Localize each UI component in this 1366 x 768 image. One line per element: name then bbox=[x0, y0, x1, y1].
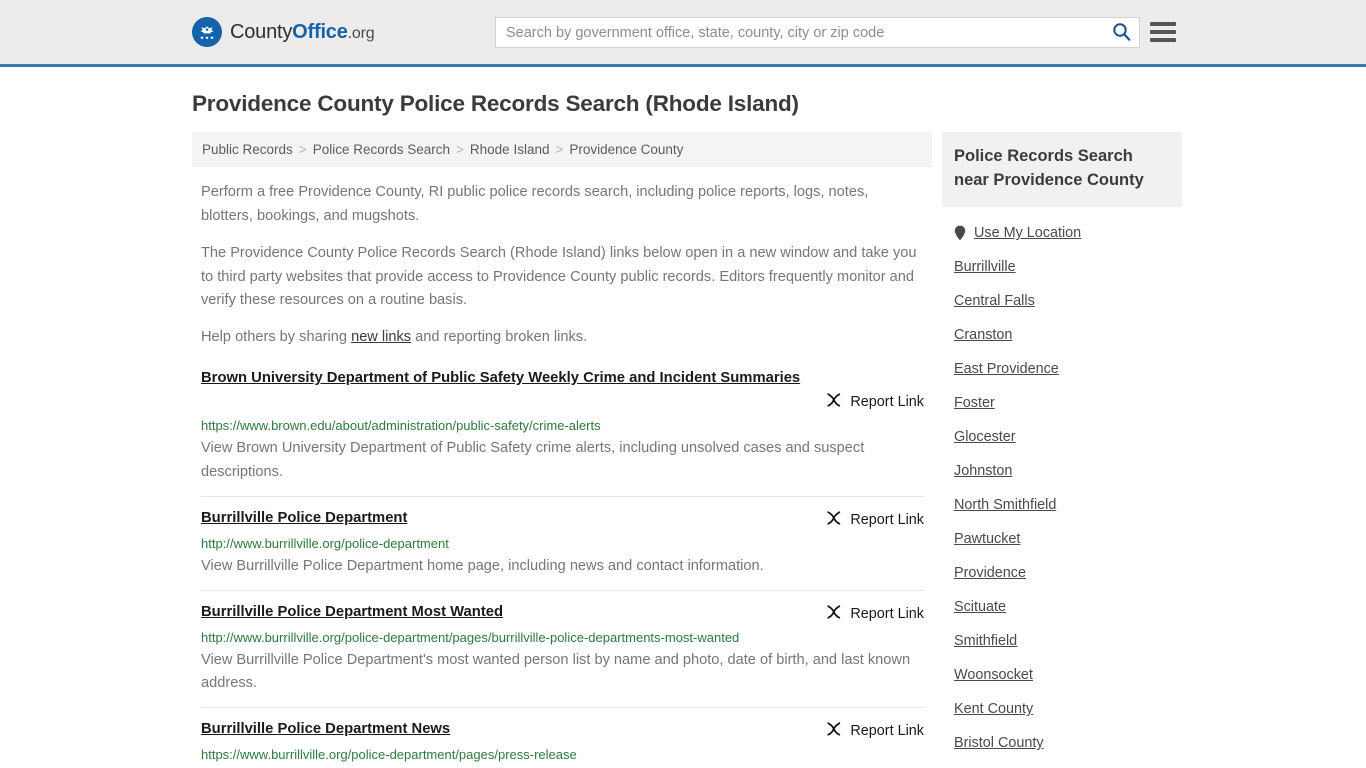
intro-p3-before: Help others by sharing bbox=[201, 329, 352, 346]
search-button[interactable] bbox=[1103, 18, 1139, 47]
search-bar[interactable] bbox=[495, 17, 1140, 48]
sidebar-item-east-providence[interactable]: East Providence bbox=[942, 351, 1182, 385]
result-item: Burrillville Police Department News Repo… bbox=[201, 707, 924, 768]
sidebar-item-kent-county[interactable]: Kent County bbox=[942, 691, 1182, 725]
sidebar-item-johnston[interactable]: Johnston bbox=[942, 453, 1182, 487]
sidebar-link[interactable]: Providence bbox=[954, 565, 1026, 581]
sidebar-item-foster[interactable]: Foster bbox=[942, 385, 1182, 419]
sidebar-item-pawtucket[interactable]: Pawtucket bbox=[942, 521, 1182, 555]
sidebar-item-burrillville[interactable]: Burrillville bbox=[942, 249, 1182, 283]
result-item: Brown University Department of Public Sa… bbox=[201, 368, 924, 496]
breadcrumb-item-rhode-island[interactable]: Rhode Island bbox=[470, 142, 550, 157]
sidebar-item-woonsocket[interactable]: Woonsocket bbox=[942, 657, 1182, 691]
report-link-button[interactable]: Report Link bbox=[825, 509, 924, 531]
results-list: Brown University Department of Public Sa… bbox=[192, 368, 932, 768]
brand-part-county: County bbox=[230, 20, 293, 43]
result-url: https://www.burrillville.org/police-depa… bbox=[201, 747, 577, 763]
report-link-label: Report Link bbox=[850, 723, 924, 740]
hamburger-menu-icon-bar bbox=[1150, 30, 1176, 34]
new-links-link[interactable]: new links bbox=[351, 329, 411, 345]
hamburger-menu-button[interactable] bbox=[1150, 18, 1176, 46]
sidebar-link[interactable]: Burrillville bbox=[954, 259, 1016, 275]
sidebar-link[interactable]: Central Falls bbox=[954, 293, 1035, 309]
sidebar: Police Records Search near Providence Co… bbox=[942, 132, 1182, 759]
intro-paragraph-1: Perform a free Providence County, RI pub… bbox=[201, 184, 869, 225]
brand-part-office: Office bbox=[292, 20, 348, 43]
hamburger-menu-icon-bar bbox=[1150, 38, 1176, 42]
sidebar-title: Police Records Search near Providence Co… bbox=[954, 147, 1144, 189]
sidebar-location-list: Use My Location Burrillville Central Fal… bbox=[942, 215, 1182, 759]
breadcrumb: Public Records > Police Records Search > Rho… bbox=[192, 132, 932, 168]
sidebar-link[interactable]: East Providence bbox=[954, 361, 1059, 377]
report-link-label: Report Link bbox=[850, 511, 924, 528]
intro-paragraph-2: The Providence County Police Records Sea… bbox=[201, 244, 917, 309]
breadcrumb-item-police-records-search[interactable]: Police Records Search bbox=[313, 142, 450, 157]
site-logo-link[interactable]: CountyOffice.org bbox=[192, 17, 375, 47]
site-logo-text: CountyOffice.org bbox=[230, 20, 375, 44]
result-title-link[interactable]: Burrillville Police Department bbox=[201, 508, 407, 529]
sidebar-link[interactable]: Scituate bbox=[954, 599, 1006, 615]
intro-section: Perform a free Providence County, RI pub… bbox=[192, 181, 932, 350]
sidebar-item-smithfield[interactable]: Smithfield bbox=[942, 623, 1182, 657]
report-link-label: Report Link bbox=[850, 393, 924, 410]
breadcrumb-separator: > bbox=[298, 142, 307, 158]
broken-link-icon bbox=[825, 603, 843, 625]
sidebar-link[interactable]: Woonsocket bbox=[954, 667, 1033, 683]
eagle-seal-logo-icon bbox=[192, 17, 222, 47]
map-pin-icon bbox=[954, 225, 966, 241]
sidebar-link[interactable]: Kent County bbox=[954, 701, 1033, 717]
page-title: Providence County Police Records Search … bbox=[192, 91, 799, 116]
sidebar-item-central-falls[interactable]: Central Falls bbox=[942, 283, 1182, 317]
result-title-link[interactable]: Burrillville Police Department Most Want… bbox=[201, 602, 503, 623]
sidebar-link[interactable]: Foster bbox=[954, 395, 995, 411]
report-link-button[interactable]: Report Link bbox=[825, 603, 924, 625]
result-url: https://www.brown.edu/about/administrati… bbox=[201, 417, 601, 433]
result-description: View Burrillville Police Department's mo… bbox=[201, 651, 911, 692]
intro-paragraph-3: Help others by sharing new links and rep… bbox=[192, 326, 932, 350]
sidebar-item-providence[interactable]: Providence bbox=[942, 555, 1182, 589]
page-body: Providence County Police Records Search … bbox=[0, 89, 1366, 768]
result-description: View Brown University Department of Publ… bbox=[201, 440, 865, 480]
hamburger-menu-icon-bar bbox=[1150, 22, 1176, 26]
report-link-button[interactable]: Report Link bbox=[825, 720, 924, 742]
sidebar-link[interactable]: North Smithfield bbox=[954, 497, 1056, 513]
sidebar-link[interactable]: Bristol County bbox=[954, 735, 1044, 751]
site-header: CountyOffice.org bbox=[0, 0, 1366, 67]
sidebar-link[interactable]: Glocester bbox=[954, 429, 1016, 445]
sidebar-link[interactable]: Cranston bbox=[954, 327, 1012, 343]
result-url: http://www.burrillville.org/police-depar… bbox=[201, 535, 449, 551]
sidebar-header-box: Police Records Search near Providence Co… bbox=[942, 132, 1182, 208]
main-content: Public Records > Police Records Search > Rho… bbox=[192, 132, 932, 768]
sidebar-item-glocester[interactable]: Glocester bbox=[942, 419, 1182, 453]
breadcrumb-separator: > bbox=[555, 142, 564, 158]
report-link-button[interactable]: Report Link bbox=[825, 391, 924, 413]
sidebar-item-cranston[interactable]: Cranston bbox=[942, 317, 1182, 351]
broken-link-icon bbox=[825, 391, 843, 413]
sidebar-item-north-smithfield[interactable]: North Smithfield bbox=[942, 487, 1182, 521]
sidebar-item-use-my-location[interactable]: Use My Location bbox=[942, 215, 1182, 249]
broken-link-icon bbox=[825, 509, 843, 531]
result-title-link[interactable]: Burrillville Police Department News bbox=[201, 719, 450, 740]
result-url: http://www.burrillville.org/police-depar… bbox=[201, 629, 740, 645]
breadcrumb-separator: > bbox=[456, 142, 464, 158]
report-link-label: Report Link bbox=[850, 605, 924, 622]
result-item: Burrillville Police Department Report Li… bbox=[201, 495, 924, 590]
use-my-location-link[interactable]: Use My Location bbox=[974, 225, 1081, 241]
brand-part-org: .org bbox=[347, 24, 375, 42]
sidebar-link[interactable]: Smithfield bbox=[954, 633, 1017, 649]
breadcrumb-item-providence-county: Providence County bbox=[569, 142, 684, 158]
search-input[interactable] bbox=[496, 18, 1103, 47]
sidebar-item-scituate[interactable]: Scituate bbox=[942, 589, 1182, 623]
result-item: Burrillville Police Department Most Want… bbox=[201, 589, 924, 708]
intro-p3-after: and reporting broken links. bbox=[411, 329, 588, 346]
result-title-link[interactable]: Brown University Department of Public Sa… bbox=[201, 368, 800, 389]
breadcrumb-item-public-records[interactable]: Public Records bbox=[202, 142, 293, 157]
sidebar-item-bristol-county[interactable]: Bristol County bbox=[942, 725, 1182, 759]
sidebar-link[interactable]: Johnston bbox=[954, 463, 1012, 479]
sidebar-link[interactable]: Pawtucket bbox=[954, 531, 1020, 547]
broken-link-icon bbox=[825, 720, 843, 742]
search-icon bbox=[1112, 22, 1131, 44]
result-description: View Burrillville Police Department home… bbox=[201, 557, 764, 574]
